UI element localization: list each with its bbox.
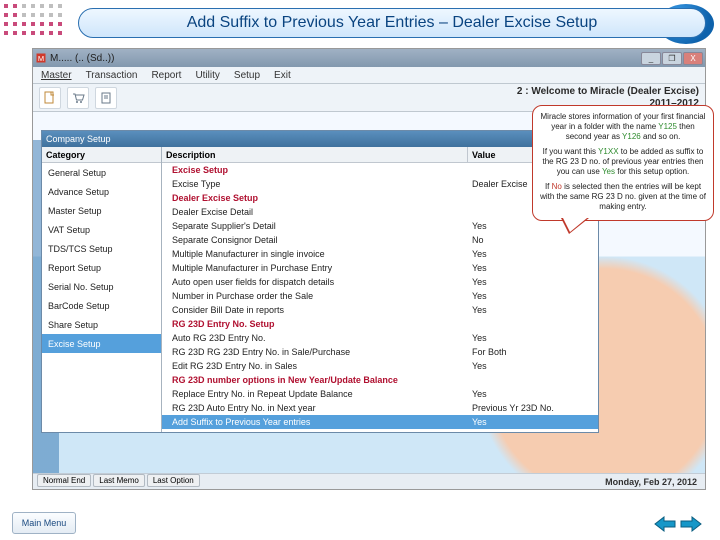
setting-label: Excise Type bbox=[162, 179, 468, 189]
setting-value[interactable]: Yes bbox=[468, 291, 598, 301]
menu-master[interactable]: Master bbox=[41, 70, 72, 81]
setting-label: Separate Consignor Detail bbox=[162, 235, 468, 245]
sidebar: Category General SetupAdvance SetupMaste… bbox=[42, 147, 162, 432]
sidebar-head: Category bbox=[42, 147, 161, 163]
sidebar-item-serial-no-setup[interactable]: Serial No. Setup bbox=[42, 277, 161, 296]
sidebar-item-tds-tcs-setup[interactable]: TDS/TCS Setup bbox=[42, 239, 161, 258]
sidebar-item-advance-setup[interactable]: Advance Setup bbox=[42, 182, 161, 201]
sidebar-item-master-setup[interactable]: Master Setup bbox=[42, 201, 161, 220]
callout-p2: If you want this Y1XX to be added as suf… bbox=[539, 147, 707, 177]
callout-p1: Miracle stores information of your first… bbox=[539, 112, 707, 142]
window-min-button[interactable]: _ bbox=[641, 52, 661, 65]
status-date: Monday, Feb 27, 2012 bbox=[605, 477, 697, 487]
setting-label: Number in Purchase order the Sale bbox=[162, 291, 468, 301]
table-row[interactable]: Separate Consignor DetailNo bbox=[162, 233, 598, 247]
table-row[interactable]: RG 23D RG 23D Entry No. in Sale/Purchase… bbox=[162, 345, 598, 359]
setting-label: Consider Bill Date in reports bbox=[162, 305, 468, 315]
app-icon: M bbox=[35, 52, 47, 64]
table-row: RG 23D Entry No. Setup bbox=[162, 317, 598, 331]
setting-value[interactable]: Yes bbox=[468, 389, 598, 399]
section-head: RG 23D Entry No. Setup bbox=[162, 319, 598, 329]
menu-report[interactable]: Report bbox=[151, 70, 181, 81]
window-titlebar: M M..... (.. (Sd..)) _ ❐ X bbox=[33, 49, 705, 67]
setting-label: Replace Entry No. in Repeat Update Balan… bbox=[162, 389, 468, 399]
table-row[interactable]: Add Suffix to Previous Year entriesYes bbox=[162, 415, 598, 429]
setting-value[interactable]: For Both bbox=[468, 347, 598, 357]
page-title: Add Suffix to Previous Year Entries – De… bbox=[78, 8, 706, 38]
setting-value[interactable]: Previous Yr 23D No. bbox=[468, 403, 598, 413]
menu-transaction[interactable]: Transaction bbox=[86, 70, 138, 81]
setting-label: RG 23D RG 23D Entry No. in Sale/Purchase bbox=[162, 347, 468, 357]
table-row[interactable]: Multiple Manufacturer in Purchase EntryY… bbox=[162, 261, 598, 275]
sidebar-item-share-setup[interactable]: Share Setup bbox=[42, 315, 161, 334]
callout-tail bbox=[561, 218, 589, 234]
setting-label: Multiple Manufacturer in single invoice bbox=[162, 249, 468, 259]
table-row[interactable]: Consider Bill Date in reportsYes bbox=[162, 303, 598, 317]
table-row[interactable]: Replace Entry No. in Repeat Update Balan… bbox=[162, 387, 598, 401]
prev-arrow[interactable] bbox=[654, 516, 676, 532]
toolbar-doc-icon[interactable] bbox=[95, 87, 117, 109]
toolbar-new-icon[interactable] bbox=[39, 87, 61, 109]
menu-setup[interactable]: Setup bbox=[234, 70, 260, 81]
btn-last-option[interactable]: Last Option bbox=[147, 474, 200, 487]
modal-titlebar: Company Setup X bbox=[42, 131, 598, 147]
setting-label: Auto open user fields for dispatch detai… bbox=[162, 277, 468, 287]
btn-normal-end[interactable]: Normal End bbox=[37, 474, 91, 487]
table-row[interactable]: Separate Supplier's DetailYes bbox=[162, 219, 598, 233]
table-row[interactable]: Auto RG 23D Entry No.Yes bbox=[162, 331, 598, 345]
decor-dots bbox=[4, 4, 64, 37]
menu-exit[interactable]: Exit bbox=[274, 70, 291, 81]
callout-p3: If No is selected then the entries will … bbox=[539, 182, 707, 212]
col-description: Description bbox=[162, 147, 468, 162]
setting-label: Separate Supplier's Detail bbox=[162, 221, 468, 231]
setting-label: Auto RG 23D Entry No. bbox=[162, 333, 468, 343]
setting-value[interactable]: Yes bbox=[468, 361, 598, 371]
toolbar-cart-icon[interactable] bbox=[67, 87, 89, 109]
modal-title: Company Setup bbox=[46, 134, 111, 144]
setting-value[interactable]: Yes bbox=[468, 333, 598, 343]
help-callout: Miracle stores information of your first… bbox=[532, 105, 714, 221]
btn-last-memo[interactable]: Last Memo bbox=[93, 474, 145, 487]
sidebar-item-general-setup[interactable]: General Setup bbox=[42, 163, 161, 182]
setting-label: Edit RG 23D Entry No. in Sales bbox=[162, 361, 468, 371]
table-row[interactable]: Multiple Manufacturer in single invoiceY… bbox=[162, 247, 598, 261]
table-row[interactable]: Edit RG 23D Entry No. in SalesYes bbox=[162, 359, 598, 373]
table-row[interactable]: RG 23D Auto Entry No. in Next yearPrevio… bbox=[162, 401, 598, 415]
setting-value[interactable]: Yes bbox=[468, 305, 598, 315]
window-close-button[interactable]: X bbox=[683, 52, 703, 65]
setting-value[interactable]: Yes bbox=[468, 263, 598, 273]
next-arrow[interactable] bbox=[680, 516, 702, 532]
svg-text:M: M bbox=[38, 54, 44, 63]
table-row[interactable]: Number in Purchase order the SaleYes bbox=[162, 289, 598, 303]
menu-utility[interactable]: Utility bbox=[195, 70, 219, 81]
main-menu-button[interactable]: Main Menu bbox=[12, 512, 76, 534]
sidebar-item-excise-setup[interactable]: Excise Setup bbox=[42, 334, 161, 353]
table-row[interactable]: Auto open user fields for dispatch detai… bbox=[162, 275, 598, 289]
setting-value[interactable]: Yes bbox=[468, 417, 598, 427]
setting-label: Dealer Excise Detail bbox=[162, 207, 468, 217]
table-row: RG 23D number options in New Year/Update… bbox=[162, 373, 598, 387]
sidebar-item-report-setup[interactable]: Report Setup bbox=[42, 258, 161, 277]
window-title: M..... (.. (Sd..)) bbox=[50, 53, 114, 64]
company-setup-window: Company Setup X Category General SetupAd… bbox=[41, 130, 599, 433]
setting-value[interactable]: Yes bbox=[468, 277, 598, 287]
window-max-button[interactable]: ❐ bbox=[662, 52, 682, 65]
setting-value[interactable]: Yes bbox=[468, 249, 598, 259]
sidebar-item-barcode-setup[interactable]: BarCode Setup bbox=[42, 296, 161, 315]
setting-label: RG 23D Auto Entry No. in Next year bbox=[162, 403, 468, 413]
menubar: Master Transaction Report Utility Setup … bbox=[33, 67, 705, 84]
setting-value[interactable]: No bbox=[468, 235, 598, 245]
nav-arrows bbox=[654, 516, 702, 532]
section-head: RG 23D number options in New Year/Update… bbox=[162, 375, 598, 385]
sidebar-item-vat-setup[interactable]: VAT Setup bbox=[42, 220, 161, 239]
setting-label: Add Suffix to Previous Year entries bbox=[162, 417, 468, 427]
setting-label: Multiple Manufacturer in Purchase Entry bbox=[162, 263, 468, 273]
